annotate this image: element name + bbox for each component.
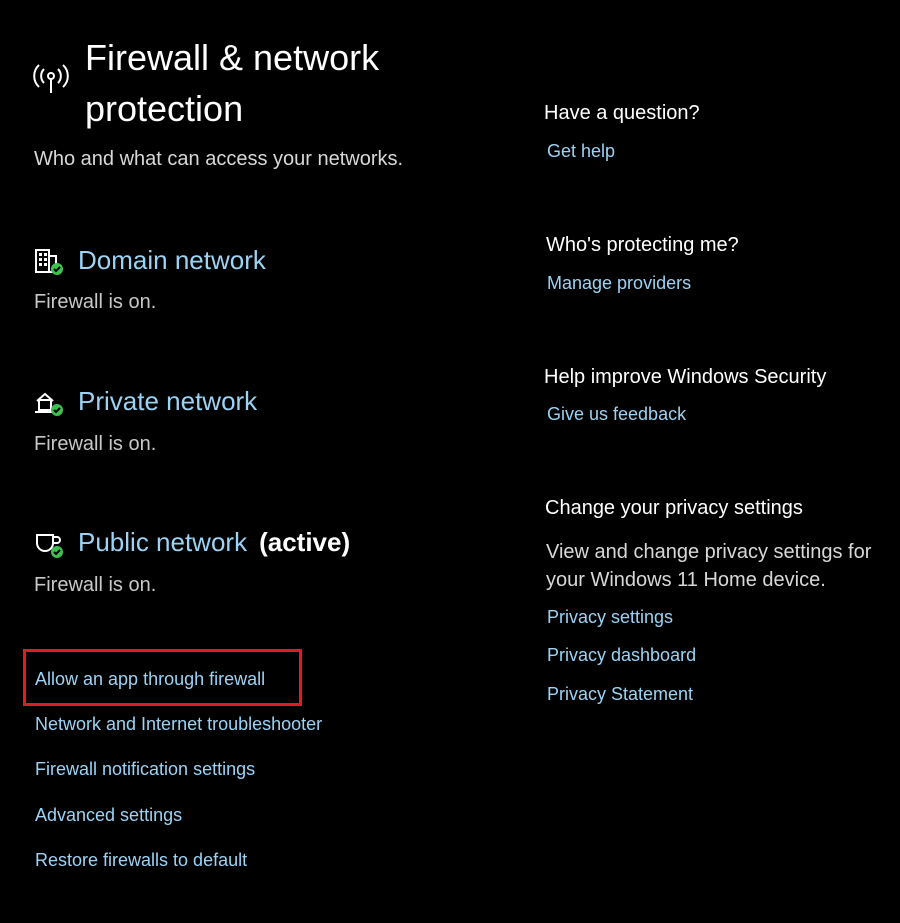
manage-providers-link[interactable]: Manage providers (547, 273, 691, 294)
privacy-dashboard-link[interactable]: Privacy dashboard (547, 645, 696, 666)
private-home-network-icon (34, 387, 64, 417)
domain-network-status: Firewall is on. (34, 291, 157, 313)
advanced-settings-link[interactable]: Advanced settings (35, 805, 182, 826)
network-troubleshooter-link[interactable]: Network and Internet troubleshooter (35, 714, 322, 735)
give-us-feedback-link[interactable]: Give us feedback (547, 404, 686, 425)
domain-building-icon (34, 246, 64, 276)
private-network-link[interactable]: Private network (78, 386, 257, 417)
help-improve-heading: Help improve Windows Security (544, 366, 827, 388)
page-subtitle: Who and what can access your networks. (34, 148, 404, 170)
domain-network-link[interactable]: Domain network (78, 245, 266, 276)
get-help-link[interactable]: Get help (547, 141, 615, 162)
public-cafe-network-icon (34, 529, 64, 559)
public-network-link[interactable]: Public network (active) (78, 527, 350, 558)
privacy-description: View and change privacy settings for you… (546, 541, 872, 591)
active-badge: (active) (259, 527, 351, 557)
have-a-question-heading: Have a question? (544, 102, 700, 124)
public-network-status: Firewall is on. (34, 574, 157, 596)
allow-app-through-firewall-link[interactable]: Allow an app through firewall (35, 669, 265, 690)
who-is-protecting-me-heading: Who's protecting me? (546, 234, 739, 256)
private-network-label[interactable]: Private network (78, 386, 257, 416)
restore-firewalls-link[interactable]: Restore firewalls to default (35, 850, 247, 871)
public-network-label[interactable]: Public network (78, 527, 247, 557)
page-title: Firewall & network protection (85, 37, 380, 129)
privacy-statement-link[interactable]: Privacy Statement (547, 684, 693, 705)
wireless-antenna-icon (33, 63, 69, 95)
domain-network-label[interactable]: Domain network (78, 245, 266, 275)
firewall-notification-settings-link[interactable]: Firewall notification settings (35, 759, 255, 780)
privacy-settings-link[interactable]: Privacy settings (547, 607, 673, 628)
private-network-status: Firewall is on. (34, 433, 157, 455)
privacy-heading: Change your privacy settings (545, 497, 803, 519)
